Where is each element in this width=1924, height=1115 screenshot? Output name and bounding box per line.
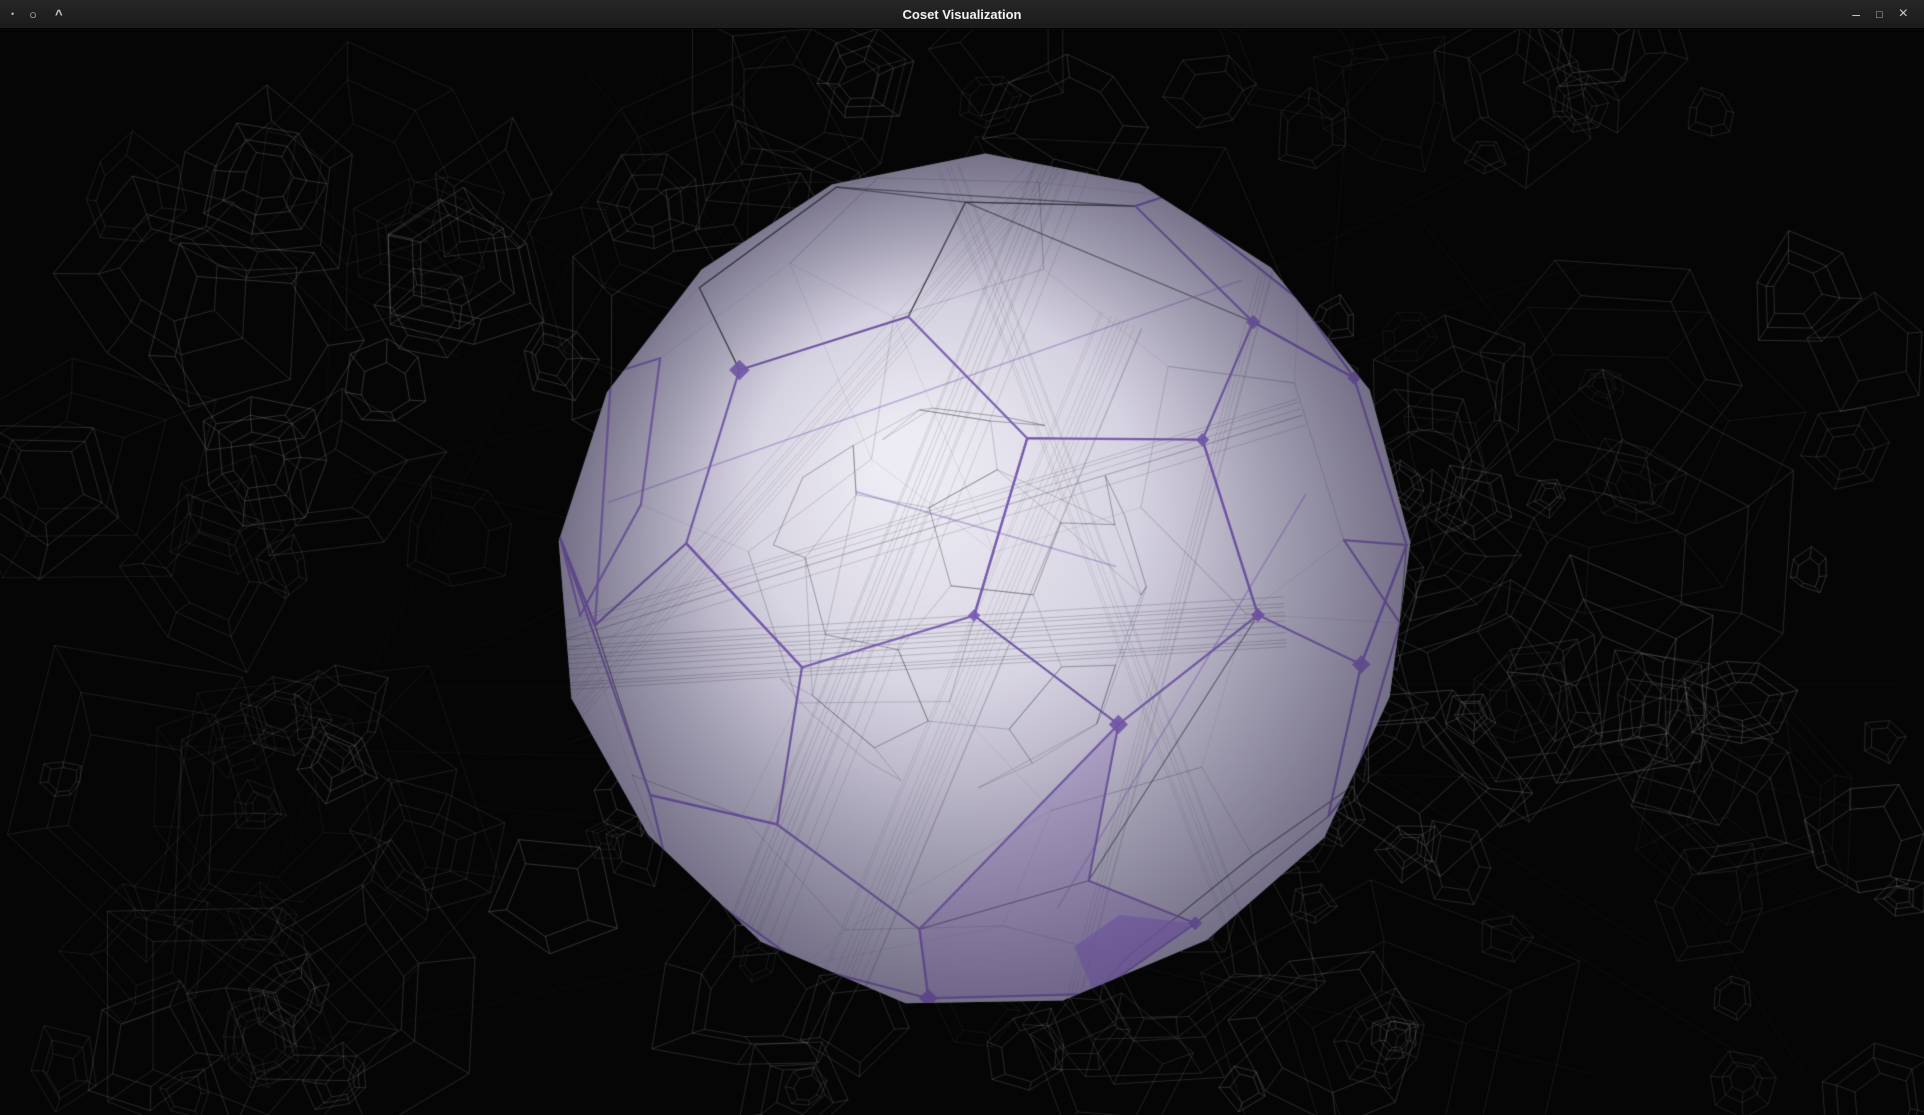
maximize-button[interactable]: □ bbox=[1870, 6, 1889, 23]
close-button[interactable]: × bbox=[1893, 4, 1914, 24]
app-menu-dot-icon[interactable]: • bbox=[8, 8, 17, 21]
app-window: • ○ ^ Coset Visualization – □ × bbox=[0, 0, 1924, 1114]
window-controls: – □ × bbox=[1846, 4, 1924, 24]
titlebar: • ○ ^ Coset Visualization – □ × bbox=[0, 0, 1924, 29]
minimize-button[interactable]: – bbox=[1846, 5, 1866, 23]
viewport-canvas[interactable] bbox=[0, 29, 1924, 1115]
viewport bbox=[0, 29, 1924, 1115]
circle-icon[interactable]: ○ bbox=[23, 6, 43, 23]
window-title: Coset Visualization bbox=[0, 0, 1924, 28]
titlebar-left-icons: • ○ ^ bbox=[0, 6, 69, 23]
chevron-up-icon[interactable]: ^ bbox=[49, 6, 69, 23]
